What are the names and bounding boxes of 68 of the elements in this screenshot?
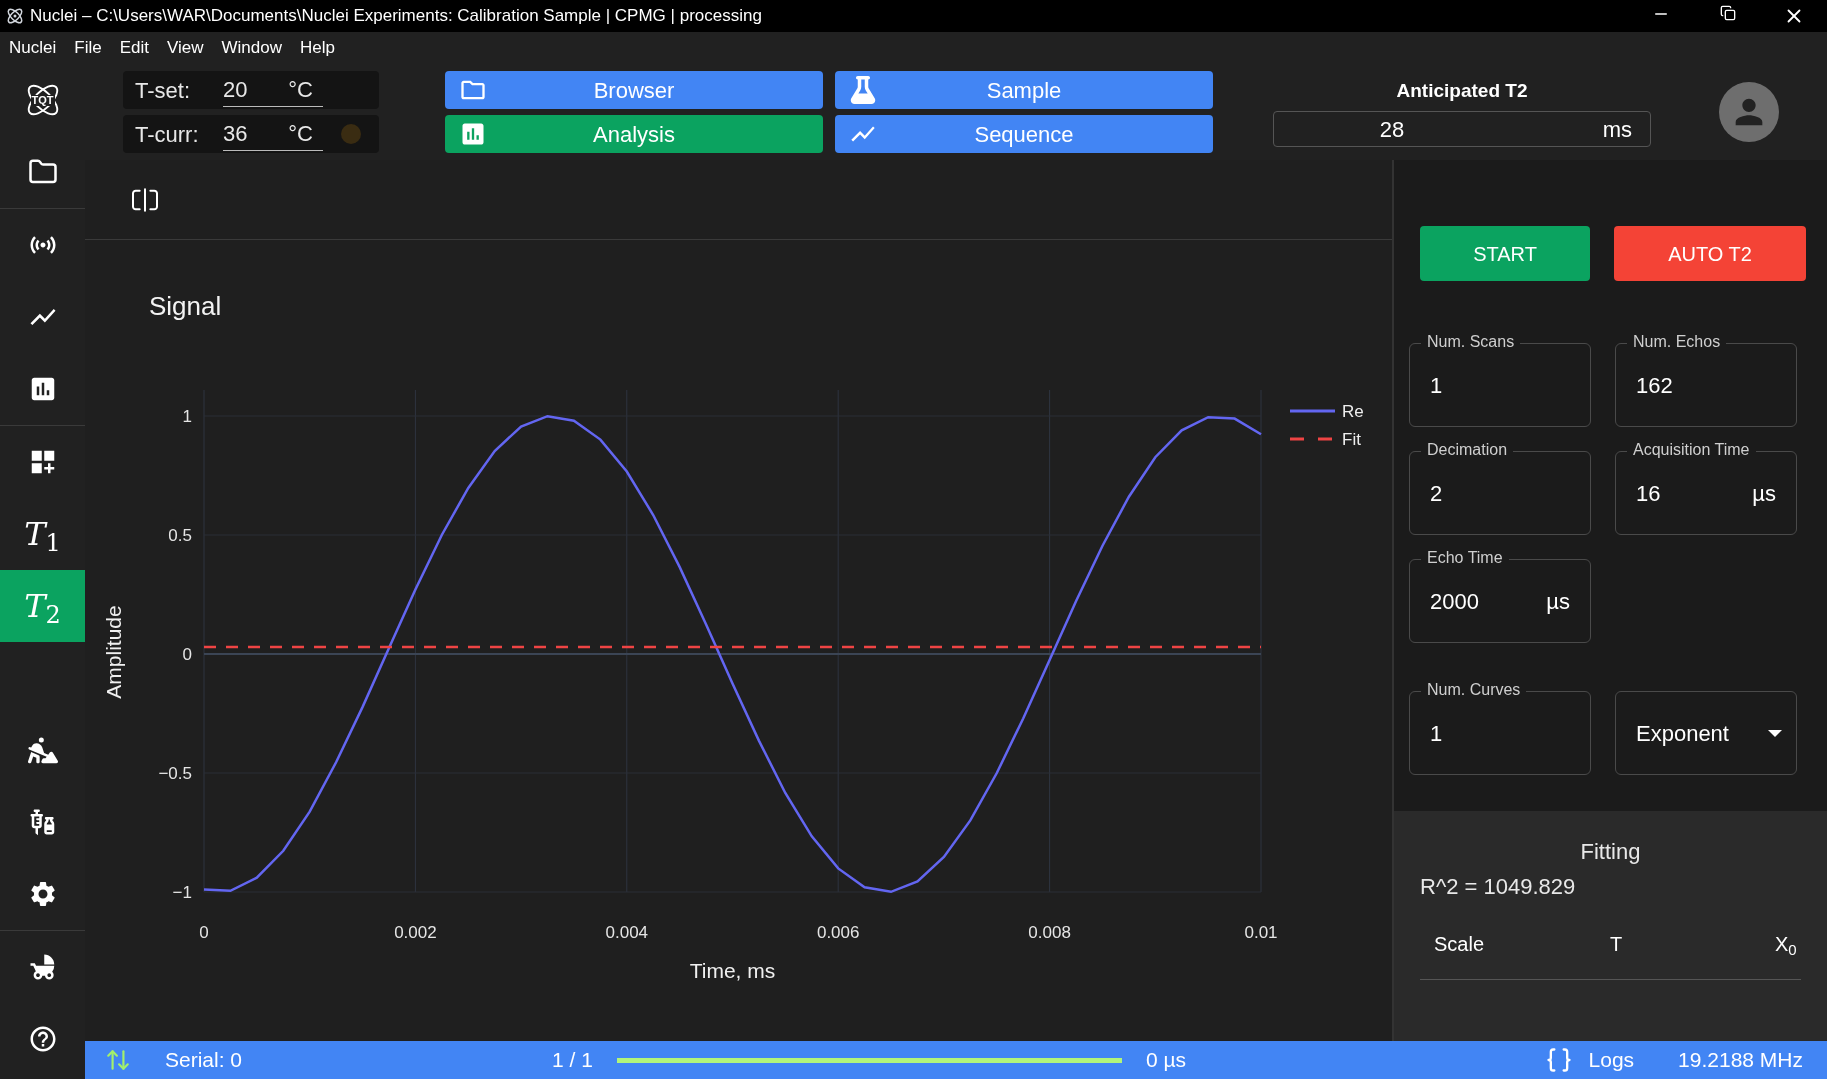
logs-link[interactable]: Logs <box>1588 1044 1635 1076</box>
y-tick-label: 0.5 <box>168 526 192 545</box>
field-label: Acquisition Time <box>1627 440 1756 460</box>
temperature-label: T-set: <box>135 76 191 105</box>
menu-item[interactable]: Nuclei <box>9 35 57 61</box>
field-value: 2 <box>1430 479 1443 508</box>
column-header: X$_{0}$ <box>1774 932 1797 959</box>
field-value: 1 <box>1430 371 1443 400</box>
temperature-unit: °C <box>288 120 313 148</box>
braces-icon[interactable] <box>1544 1046 1573 1074</box>
legend-swatch <box>1290 437 1335 441</box>
x-tick-label: 0.008 <box>1028 923 1071 942</box>
sidebar-item[interactable]: T$_{1}$ <box>0 498 85 570</box>
anticipated-t2-field[interactable]: 28 ms <box>1273 111 1651 148</box>
up-down-arrows-icon <box>105 1047 131 1073</box>
field-value: 1 <box>1430 719 1443 748</box>
r-squared-text: R^2 = 1049.829 <box>1420 873 1576 901</box>
chart-title: Signal <box>149 291 222 321</box>
y-tick-label: 1 <box>182 407 192 426</box>
legend-label: Re <box>1342 402 1364 421</box>
y-axis-title: Amplitude <box>102 605 125 699</box>
window-title: Nuclei – C:\Users\WAR\Documents\Nuclei Experiments: Calibration Sample | CPMG | processing <box>30 5 762 28</box>
temperature-label: T-curr: <box>135 120 200 149</box>
legend-swatch <box>1290 409 1335 413</box>
nav-button[interactable]: Sample <box>835 71 1213 109</box>
model-dropdown[interactable]: Exponent <box>1615 691 1797 775</box>
restore-icon[interactable] <box>1720 5 1736 21</box>
frequency-text: 19.2188 MHz <box>1678 1047 1803 1074</box>
menu-item[interactable]: View <box>166 35 204 61</box>
y-tick-label: 0 <box>182 645 192 664</box>
nav-button[interactable]: Sequence <box>835 115 1213 153</box>
field-value: 16 <box>1636 479 1661 508</box>
x-tick-label: 0.002 <box>394 923 437 942</box>
field-value: 162 <box>1636 371 1673 400</box>
column-header: T <box>1609 932 1624 957</box>
y-tick-label: −1 <box>172 883 192 902</box>
y-tick-label: −0.5 <box>158 764 192 783</box>
field-unit: µs <box>1752 479 1776 508</box>
column-header: Scale <box>1433 932 1486 957</box>
serial-text: Serial: 0 <box>165 1047 243 1074</box>
menu-item[interactable]: File <box>74 35 102 61</box>
auto-t2-button[interactable]: AUTO T2 <box>1614 226 1806 281</box>
x-tick-label: 0.006 <box>816 923 860 942</box>
temperature-unit: °C <box>288 76 313 104</box>
menu-item[interactable]: Window <box>221 35 282 61</box>
x-tick-label: 0 <box>199 923 209 942</box>
temperature-field[interactable]: T-curr: 36 °C <box>123 115 379 153</box>
menu-item[interactable]: Edit <box>119 35 149 61</box>
dropdown-caret-icon <box>1768 729 1782 737</box>
nav-button[interactable]: Browser <box>445 71 823 109</box>
scan-count: 1 / 1 <box>552 1047 593 1074</box>
user-avatar[interactable] <box>1719 82 1779 142</box>
temperature-value: 20 <box>223 76 248 104</box>
app-icon <box>6 7 24 25</box>
menu-item[interactable]: Help <box>299 35 335 61</box>
digging-person-icon <box>27 735 58 765</box>
flask-icon <box>849 76 877 104</box>
x-tick-label: 0.004 <box>605 923 649 942</box>
field-unit: µs <box>1546 587 1570 616</box>
field-value: 2000 <box>1430 587 1479 616</box>
elapsed-time: 0 µs <box>1145 1047 1187 1074</box>
fitting-title: Fitting <box>1580 838 1641 866</box>
temperature-field[interactable]: T-set: 20 °C <box>123 71 379 109</box>
legend-label: Fit <box>1342 430 1361 449</box>
temperature-value: 36 <box>223 120 248 148</box>
anticipated-t2-label: Anticipated T2 <box>1396 78 1528 103</box>
x-axis-title: Time, ms <box>689 959 776 982</box>
x-tick-label: 0.01 <box>1244 923 1278 942</box>
